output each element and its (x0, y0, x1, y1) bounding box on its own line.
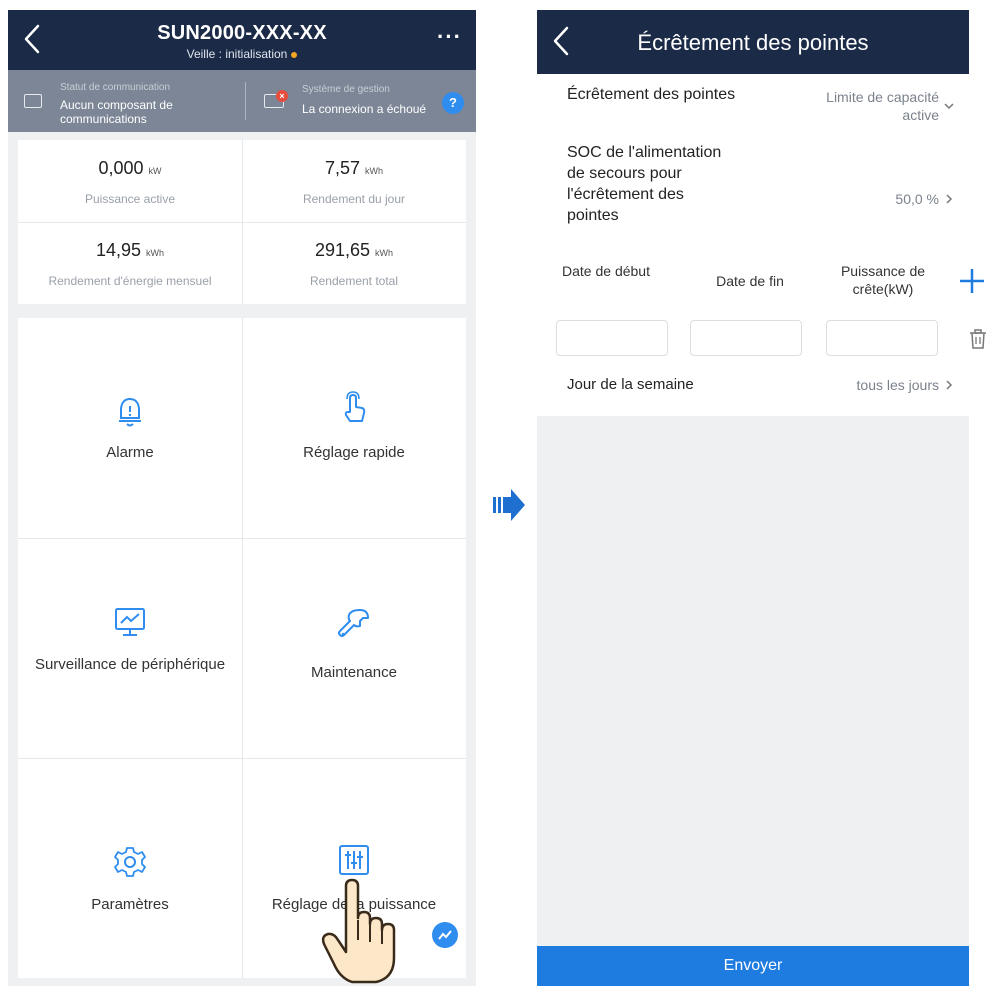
weekday-label: Jour de la semaine (567, 376, 694, 393)
tile-label: Réglage rapide (303, 444, 405, 461)
stat-label: Rendement d'énergie mensuel (48, 274, 212, 288)
tile-maintenance[interactable]: Maintenance (242, 538, 466, 758)
device-status-label: Veille : initialisation (186, 47, 288, 61)
energy-stats-panel: 0,000 kW Puissance active 7,57 kWh Rende… (18, 140, 466, 304)
transition-arrow-icon (493, 489, 525, 521)
tile-device-monitoring[interactable]: Surveillance de périphérique (18, 538, 242, 758)
backup-soc-value[interactable]: 50,0 % (819, 190, 939, 208)
sliders-icon (339, 845, 369, 875)
gear-icon (114, 847, 146, 877)
management-status[interactable]: × Système de gestion La connexion a écho… (246, 70, 476, 132)
submit-button[interactable]: Envoyer (537, 946, 969, 986)
management-value: La connexion a échoué (302, 102, 427, 116)
tile-settings[interactable]: Paramètres (18, 758, 242, 978)
add-row-icon[interactable] (957, 266, 987, 296)
backup-soc-label: SOC de l'alimentation de secours pour l'… (567, 144, 722, 224)
peak-shaving-mode-value[interactable]: Limite de capacité active (789, 88, 939, 124)
tile-quick-settings[interactable]: Réglage rapide (242, 318, 466, 538)
stat-unit: kWh (375, 248, 394, 258)
weekday-value[interactable]: tous les jours (779, 376, 939, 394)
stat-total-yield: 291,65 kWh Rendement total (242, 222, 466, 304)
communication-caption: Statut de communication (60, 82, 171, 93)
communication-status[interactable]: Statut de communication Aucun composant … (8, 70, 246, 132)
divider (18, 222, 466, 223)
stat-value: 0,000 (98, 158, 144, 178)
wrench-icon (338, 609, 369, 637)
stat-value: 291,65 (314, 240, 371, 260)
status-bar: Statut de communication Aucun composant … (8, 70, 476, 132)
management-caption: Système de gestion (302, 84, 390, 95)
chart-icon (438, 930, 452, 940)
peak-shaving-form: Écrêtement des pointes Limite de capacit… (537, 74, 969, 416)
stat-active-power: 0,000 kW Puissance active (18, 140, 242, 222)
stat-label: Rendement total (309, 274, 399, 288)
divider (18, 538, 466, 539)
chevron-down-icon[interactable] (943, 100, 955, 112)
bell-icon (119, 397, 141, 427)
page-header: Écrêtement des pointes (537, 10, 969, 74)
left-phone-screen: SUN2000-XXX-XX Veille : initialisation ·… (8, 10, 476, 986)
tile-label: Alarme (106, 444, 154, 461)
status-dot-icon (291, 51, 298, 58)
stat-label: Puissance active (84, 192, 176, 206)
delete-row-icon[interactable] (968, 328, 988, 350)
tile-alarm[interactable]: Alarme (18, 318, 242, 538)
tile-label: Maintenance (311, 664, 397, 681)
right-phone-screen: Écrêtement des pointes Écrêtement des po… (537, 10, 969, 986)
peak-shaving-mode-label: Écrêtement des pointes (567, 86, 736, 103)
stat-unit: kWh (365, 166, 384, 176)
peak-power-input[interactable] (826, 320, 938, 356)
chevron-right-icon[interactable] (943, 193, 955, 205)
device-status-text: Veille : initialisation (8, 47, 476, 61)
help-icon[interactable]: ? (442, 92, 464, 114)
stat-monthly-yield: 14,95 kWh Rendement d'énergie mensuel (18, 222, 242, 304)
stat-value: 7,57 (324, 158, 361, 178)
divider (18, 758, 466, 759)
stat-unit: kW (148, 166, 162, 176)
error-badge-icon: × (276, 90, 288, 102)
end-date-input[interactable] (690, 320, 802, 356)
device-header: SUN2000-XXX-XX Veille : initialisation ·… (8, 10, 476, 70)
function-grid: Alarme Réglage rapide Surveillance de pé… (18, 318, 466, 978)
tile-label: Paramètres (91, 896, 169, 913)
stat-value: 14,95 (95, 240, 142, 260)
page-title: Écrêtement des pointes (637, 30, 869, 55)
router-icon (24, 94, 42, 108)
column-end-date: Date de fin (716, 273, 784, 289)
start-date-input[interactable] (556, 320, 668, 356)
touch-icon (344, 391, 366, 422)
tile-label: Surveillance de périphérique (34, 656, 226, 673)
device-title: SUN2000-XXX-XX (157, 22, 327, 44)
chevron-right-icon[interactable] (943, 379, 955, 391)
divider (242, 318, 243, 978)
stat-daily-yield: 7,57 kWh Rendement du jour (242, 140, 466, 222)
pointing-hand-icon (321, 878, 396, 984)
communication-value: Aucun composant de communications (60, 98, 173, 126)
monitor-icon (115, 608, 145, 636)
column-start-date: Date de début (562, 263, 650, 279)
column-peak-power: Puissance de crête(kW) (840, 263, 926, 297)
stat-label: Rendement du jour (302, 192, 406, 206)
chart-fab-button[interactable] (432, 922, 458, 948)
stat-unit: kWh (146, 248, 165, 258)
more-menu-button[interactable]: ··· (437, 24, 462, 50)
